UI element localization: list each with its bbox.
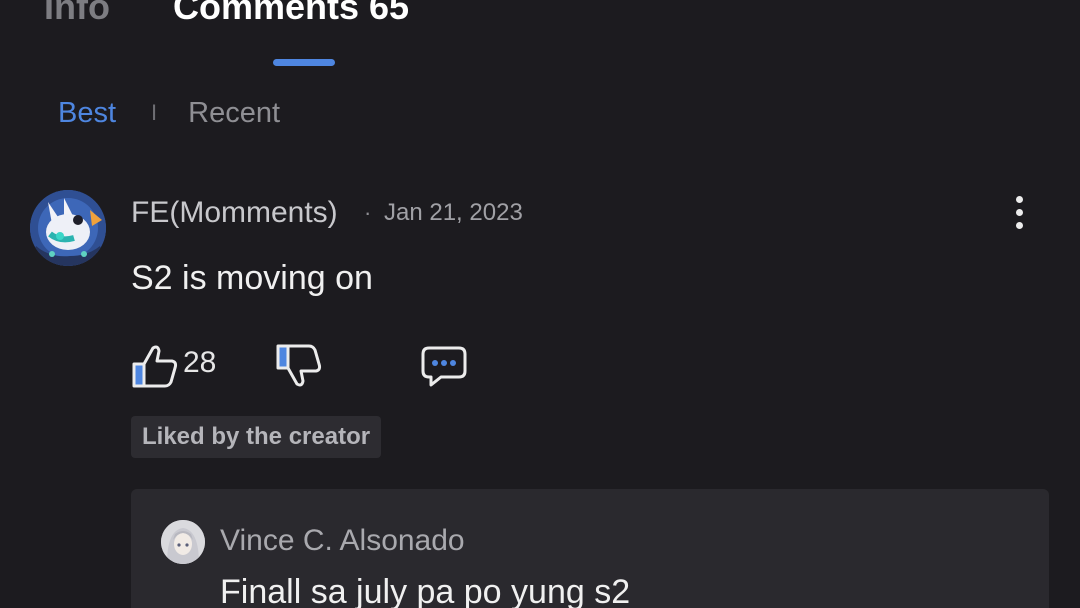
more-vertical-icon[interactable] (1006, 193, 1034, 233)
avatar[interactable] (161, 520, 205, 564)
meta-separator: · (364, 200, 372, 225)
reply-author[interactable]: Vince C. Alsonado (220, 524, 465, 558)
sort-best-button[interactable]: Best (58, 97, 116, 130)
thumbs-down-icon[interactable] (275, 342, 323, 390)
sort-separator: I (151, 100, 158, 125)
thumbs-up-icon[interactable] (131, 342, 179, 390)
tab-info[interactable]: Info (44, 0, 110, 28)
reply-preview[interactable]: Vince C. Alsonado Finall sa july pa po y… (131, 489, 1049, 608)
creator-liked-badge: Liked by the creator (131, 416, 382, 458)
reply-text: Finall sa july pa po yung s2 (220, 573, 631, 608)
tab-bar: Info Comments 65 (0, 0, 1080, 66)
comment-date: Jan 21, 2023 (384, 199, 523, 226)
sort-recent-button[interactable]: Recent (188, 97, 280, 130)
active-tab-indicator (273, 59, 335, 66)
tab-comments[interactable]: Comments 65 (173, 0, 409, 28)
comment-author[interactable]: FE(Momments) (131, 196, 338, 230)
like-count: 28 (183, 346, 217, 379)
sort-options: Best I Recent (58, 96, 280, 130)
avatar[interactable] (30, 190, 106, 266)
chat-bubble-icon[interactable] (421, 345, 467, 387)
comments-page: Info Comments 65 Best I Recent FE(Mommen… (0, 0, 1080, 608)
comment-text: S2 is moving on (131, 259, 373, 297)
